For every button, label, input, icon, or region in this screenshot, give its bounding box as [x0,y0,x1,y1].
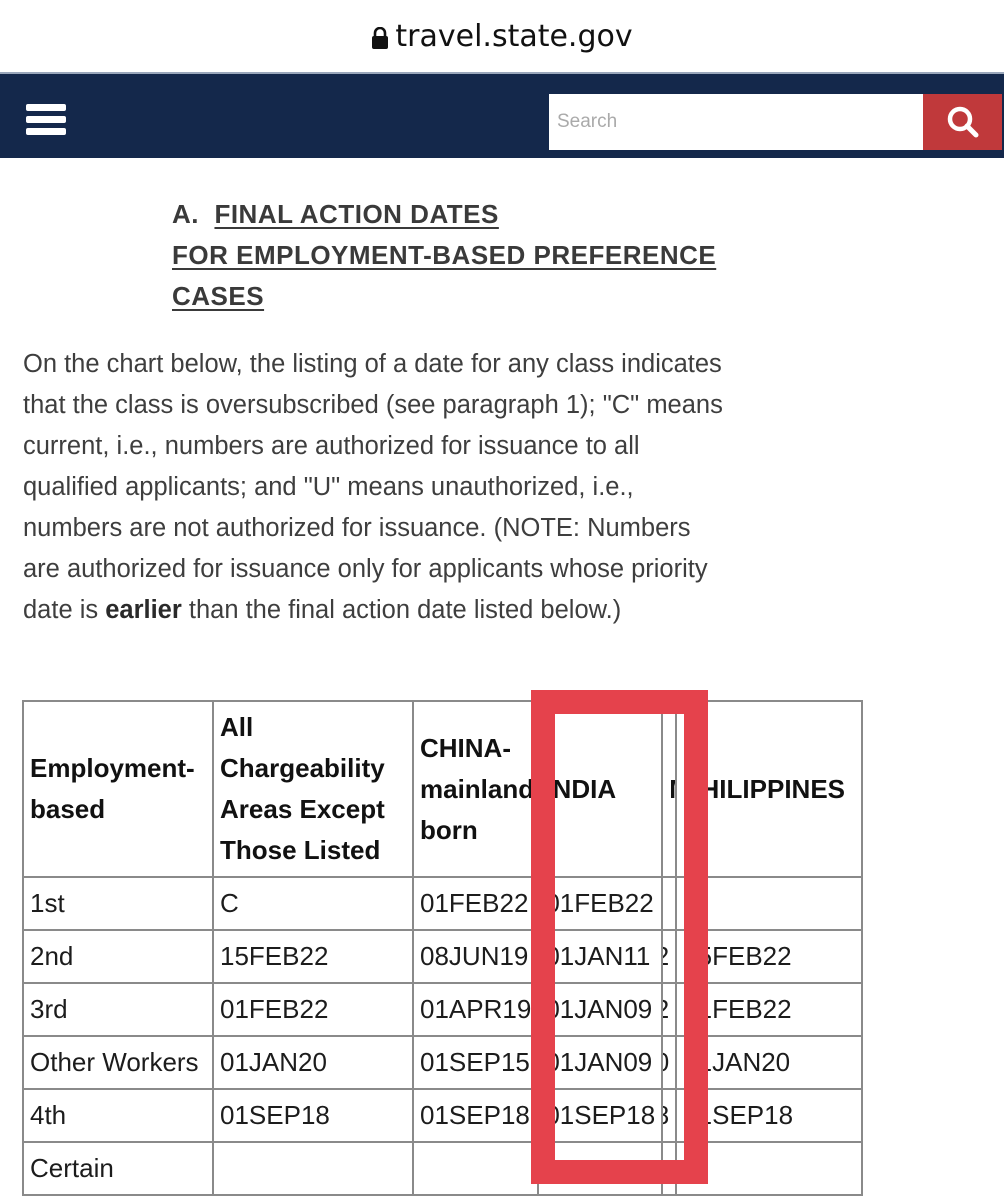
paragraph-bold: earlier [105,596,182,624]
cell-all-chargeability: 15FEB22 [212,929,414,984]
header-china: CHINA-mainland born [411,700,540,878]
cell-india [537,1141,664,1196]
cell-all-chargeability: 01SEP18 [212,1088,414,1143]
header-india: INDIA [537,700,664,878]
header-employment-based: Employment-based [22,700,214,878]
cell-philippines [675,1141,864,1196]
site-navbar [0,72,1004,158]
header-mexico: MEXICO [661,700,678,878]
final-action-dates-table: Employment-based All Chargeability Areas… [22,700,864,1196]
cell-mexico [661,876,678,931]
table-row: 1st C 01FEB22 01FEB22 C [22,876,864,931]
intro-paragraph: On the chart below, the listing of a dat… [23,344,723,631]
cell-all-chargeability: C [212,876,414,931]
lock-icon [372,27,389,49]
cell-india: 01JAN11 [537,929,664,984]
section-title-line2[interactable]: FOR EMPLOYMENT-BASED PREFERENCE [172,240,716,270]
cell-china: 08JUN19 [411,929,540,984]
cell-philippines: C [675,876,864,931]
url-display[interactable]: travel.state.gov [371,18,633,54]
section-title-line3[interactable]: CASES [172,281,264,311]
section-title-line1[interactable]: FINAL ACTION DATES [214,199,498,229]
search-input[interactable] [549,94,923,150]
cell-philippines: 15FEB22 [675,929,864,984]
search-button[interactable] [923,94,1002,150]
cell-category: 4th [22,1088,214,1143]
search-form [549,94,1002,150]
cell-india: 01JAN09 [537,1035,664,1090]
paragraph-text-end: than the final action date listed below.… [181,596,622,624]
cell-india: 01SEP18 [537,1088,664,1143]
header-all-chargeability: All Chargeability Areas Except Those Lis… [212,700,414,878]
cell-category: 3rd [22,982,214,1037]
cell-mexico: 01JAN20 [661,1035,678,1090]
cell-philippines: 01FEB22 [675,982,864,1037]
table-header-row: Employment-based All Chargeability Areas… [22,700,864,878]
cell-philippines: 01JAN20 [675,1035,864,1090]
cell-china: 01APR19 [411,982,540,1037]
cell-all-chargeability: 01FEB22 [212,982,414,1037]
cell-category: 1st [22,876,214,931]
cell-mexico [661,1141,678,1196]
cell-category: Certain [22,1141,214,1196]
cell-all-chargeability: 01JAN20 [212,1035,414,1090]
cell-china: 01SEP15 [411,1035,540,1090]
cell-category: 2nd [22,929,214,984]
paragraph-text: On the chart below, the listing of a dat… [23,350,723,624]
section-prefix: A. [172,199,199,229]
table-row: 2nd 15FEB22 08JUN19 01JAN11 15FEB22 15FE… [22,929,864,984]
table-row: Certain [22,1141,864,1196]
table-row: 3rd 01FEB22 01APR19 01JAN09 01FEB22 01FE… [22,982,864,1037]
cell-all-chargeability [212,1141,414,1196]
cell-mexico: 15FEB22 [661,929,678,984]
search-icon [947,106,978,138]
table-row: Other Workers 01JAN20 01SEP15 01JAN09 01… [22,1035,864,1090]
browser-url-bar[interactable]: travel.state.gov [0,0,1004,72]
url-text: travel.state.gov [395,18,633,54]
cell-china: 01SEP18 [411,1088,540,1143]
hamburger-menu-icon[interactable] [26,98,68,138]
cell-philippines: 01SEP18 [675,1088,864,1143]
cell-mexico: 01SEP18 [661,1088,678,1143]
cell-india: 01FEB22 [537,876,664,931]
cell-china [411,1141,540,1196]
section-heading: A. FINAL ACTION DATES FOR EMPLOYMENT-BAS… [172,194,716,317]
cell-mexico: 01FEB22 [661,982,678,1037]
table-row: 4th 01SEP18 01SEP18 01SEP18 01SEP18 01SE… [22,1088,864,1143]
cell-china: 01FEB22 [411,876,540,931]
header-philippines: PHILIPPINES [675,700,864,878]
cell-india: 01JAN09 [537,982,664,1037]
cell-category: Other Workers [22,1035,214,1090]
